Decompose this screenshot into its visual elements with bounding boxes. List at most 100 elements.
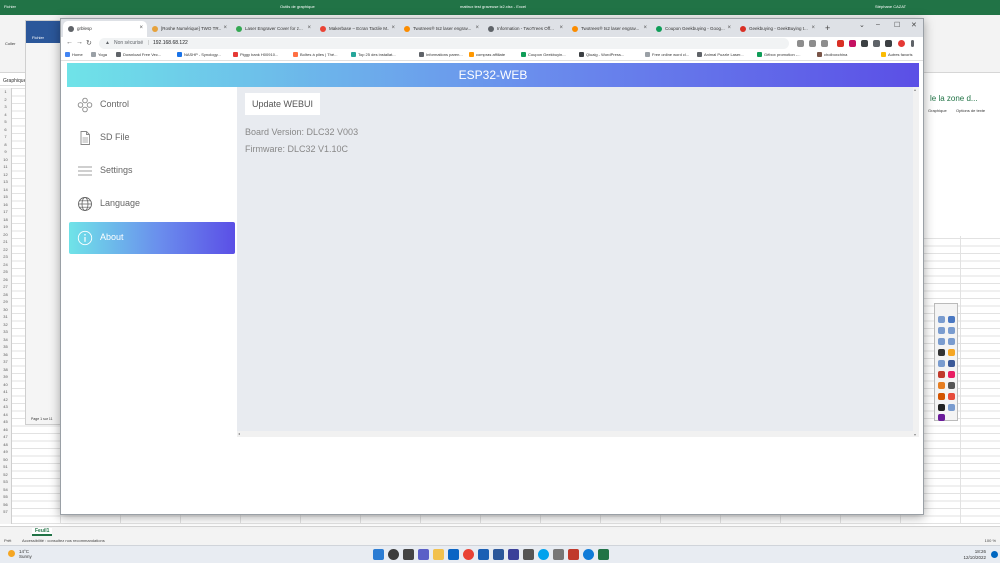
excel-row-number[interactable]: 22 — [0, 246, 11, 254]
line-tool-icon[interactable] — [938, 382, 945, 389]
visual-studio-icon[interactable] — [508, 549, 519, 560]
sidebar-icon[interactable] — [885, 40, 892, 47]
horizontal-scrollbar[interactable]: ◂ — [237, 431, 913, 437]
excel-row-number[interactable]: 55 — [0, 493, 11, 501]
excel-paste-label[interactable]: Coller — [5, 41, 15, 46]
chrome-icon[interactable] — [463, 549, 474, 560]
excel-row-number[interactable]: 33 — [0, 328, 11, 336]
bookmark-item[interactable]: Yoga — [91, 52, 107, 57]
puzzle-icon[interactable] — [873, 40, 880, 47]
excel-row-number[interactable]: 23 — [0, 253, 11, 261]
excel-row-number[interactable]: 28 — [0, 291, 11, 299]
stamp-tool-icon[interactable] — [938, 393, 945, 400]
chevron-down-icon[interactable]: ⌄ — [859, 21, 865, 29]
notification-icon[interactable] — [991, 551, 998, 558]
nav-item-control[interactable]: Control — [69, 89, 235, 121]
bookmark-item[interactable]: compras affiliate — [469, 52, 505, 57]
bookmark-item[interactable]: choiboxchina — [817, 52, 847, 57]
excel-row-number[interactable]: 42 — [0, 396, 11, 404]
excel-row-number[interactable]: 29 — [0, 298, 11, 306]
task-view-icon[interactable] — [403, 549, 414, 560]
excel-row-number[interactable]: 40 — [0, 381, 11, 389]
browser-tab[interactable]: Twotrees® ts2 laser engrav... × — [399, 21, 483, 37]
bookmark-item[interactable]: NASHP - Synology... — [177, 52, 221, 57]
brush-tool-icon[interactable] — [938, 371, 945, 378]
star-icon[interactable] — [821, 40, 828, 47]
tab-close-icon[interactable]: × — [727, 25, 731, 31]
zoom-tool-icon[interactable] — [948, 327, 955, 334]
excel-row-number[interactable]: 27 — [0, 283, 11, 291]
excel-row-number[interactable]: 7 — [0, 133, 11, 141]
excel-row-number[interactable]: 49 — [0, 448, 11, 456]
tab-close-icon[interactable]: × — [391, 25, 395, 31]
excel-row-number[interactable]: 45 — [0, 418, 11, 426]
layers-tool-icon[interactable] — [938, 414, 945, 421]
tab-close-icon[interactable]: × — [139, 25, 143, 31]
excel-sheet-tab[interactable]: Feuil1 — [32, 528, 53, 536]
url-text[interactable]: 192.168.68.122 — [153, 38, 188, 49]
scroll-up-arrow[interactable]: ▴ — [914, 87, 916, 92]
dropper-tool-icon[interactable] — [948, 382, 955, 389]
excel-row-number[interactable]: 8 — [0, 141, 11, 149]
browser-tab[interactable]: Geekbuying - GeekBuying t... × — [735, 21, 819, 37]
security-label[interactable]: Non sécurisé — [114, 38, 143, 49]
excel-row-number[interactable]: 2 — [0, 96, 11, 104]
bookmark-item[interactable]: Qiuaig - WordPress... — [579, 52, 624, 57]
nav-item-settings[interactable]: Settings — [69, 155, 235, 187]
reload-icon[interactable]: ↻ — [86, 39, 92, 47]
excel-row-number[interactable]: 13 — [0, 178, 11, 186]
tab-close-icon[interactable]: × — [307, 25, 311, 31]
excel-row-number[interactable]: 32 — [0, 321, 11, 329]
excel-row-number[interactable]: 54 — [0, 486, 11, 494]
photos-icon[interactable] — [448, 549, 459, 560]
browser-tab[interactable]: Laser Engraver Cover for z... × — [231, 21, 315, 37]
excel-zoom-level[interactable]: 100 % — [985, 536, 996, 545]
excel-row-number[interactable]: 44 — [0, 411, 11, 419]
excel-row-number[interactable]: 17 — [0, 208, 11, 216]
keyboard-icon[interactable] — [553, 549, 564, 560]
pointer-tool-icon[interactable] — [948, 316, 955, 323]
scroll-left-arrow[interactable]: ◂ — [238, 431, 240, 436]
excel-panel-tab-text[interactable]: Options de texte — [956, 108, 985, 113]
excel-row-number[interactable]: 35 — [0, 343, 11, 351]
excel-row-number[interactable]: 14 — [0, 186, 11, 194]
excel-row-number[interactable]: 16 — [0, 201, 11, 209]
excel-row-number[interactable]: 37 — [0, 358, 11, 366]
nav-item-language[interactable]: Language — [69, 188, 235, 220]
word-icon[interactable] — [493, 549, 504, 560]
outlook-icon[interactable] — [478, 549, 489, 560]
bookmark-item[interactable]: Coupon Geekbuyin... — [521, 52, 566, 57]
excel-row-number[interactable]: 38 — [0, 366, 11, 374]
bookmark-item[interactable]: Home — [65, 52, 83, 57]
app-icon[interactable] — [568, 549, 579, 560]
back-icon[interactable]: ← — [66, 39, 73, 46]
tab-close-icon[interactable]: × — [643, 25, 647, 31]
excel-secondary-ribbon[interactable]: Fichier — [26, 21, 64, 43]
bookmark-item[interactable]: Boîtes à piles | Thé... — [293, 52, 337, 57]
excel-row-number[interactable]: 6 — [0, 126, 11, 134]
excel-file-tab[interactable]: Fichier — [4, 4, 16, 9]
bookmark-item[interactable]: Top 25 des installat... — [351, 52, 396, 57]
browser-tab[interactable]: [Roshe Numérique] TWO TR... × — [147, 21, 231, 37]
bookmark-item[interactable]: Informations paren... — [419, 52, 463, 57]
profile-avatar[interactable] — [898, 40, 905, 47]
bookmark-item[interactable]: Download Free Vec... — [116, 52, 161, 57]
excel-row-number[interactable]: 52 — [0, 471, 11, 479]
bookmark-item[interactable]: Free online word cl... — [645, 52, 689, 57]
excel-row-number[interactable]: 57 — [0, 508, 11, 516]
excel-row-number[interactable]: 18 — [0, 216, 11, 224]
extension-pink-icon[interactable] — [849, 40, 856, 47]
shape-tool-icon[interactable] — [948, 360, 955, 367]
excel-row-number[interactable]: 24 — [0, 261, 11, 269]
address-bar[interactable]: ▲ Non sécurisé | 192.168.68.122 — [99, 38, 789, 49]
bookmark-item[interactable]: Animal Puzzle Laser... — [697, 52, 744, 57]
browser-tab[interactable]: Makerbase – Ecran Tactile M... × — [315, 21, 399, 37]
translate-icon[interactable] — [797, 40, 804, 47]
crop-tool-icon[interactable] — [938, 360, 945, 367]
extension-r-icon[interactable] — [837, 40, 844, 47]
excel-row-number[interactable]: 47 — [0, 433, 11, 441]
terminal-icon[interactable] — [523, 549, 534, 560]
warning-icon[interactable]: ▲ — [105, 38, 110, 49]
lasso-tool-icon[interactable] — [938, 327, 945, 334]
browser-tab[interactable]: Twotrees® ts2 laser engrav... × — [567, 21, 651, 37]
